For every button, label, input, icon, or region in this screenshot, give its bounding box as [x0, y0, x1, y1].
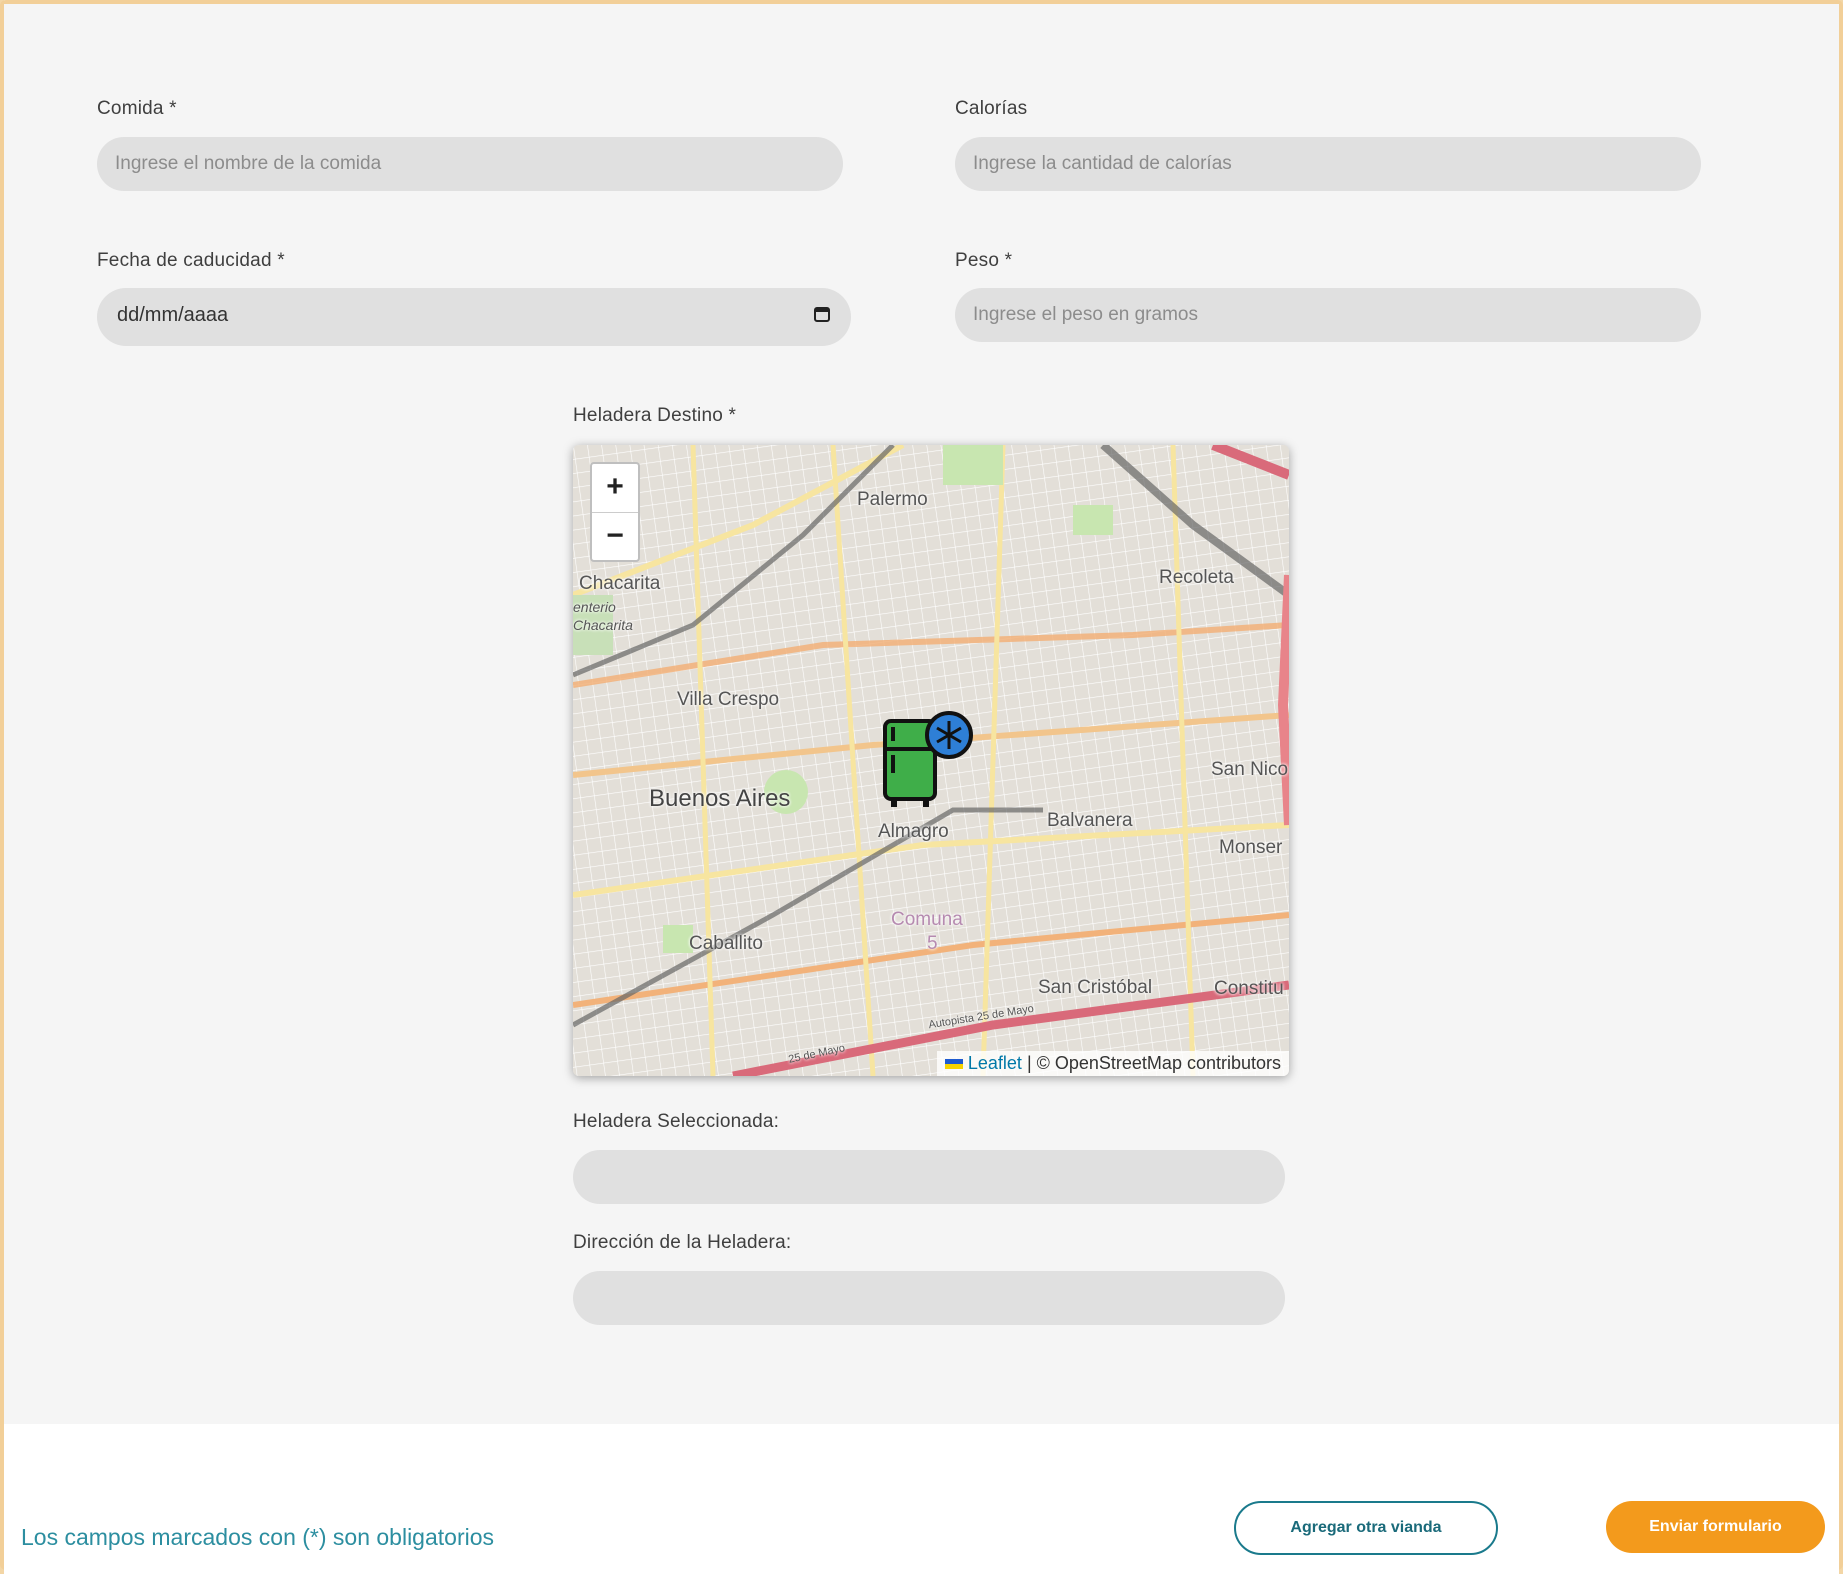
calorias-input[interactable] [955, 137, 1701, 191]
place-palermo: Palermo [857, 489, 928, 510]
place-comuna: Comuna [891, 909, 963, 930]
comida-input[interactable] [97, 137, 843, 191]
place-caballito: Caballito [689, 933, 763, 954]
place-villa-crespo: Villa Crespo [677, 689, 780, 710]
osm-attribution-text: | © OpenStreetMap contributors [1021, 1053, 1281, 1073]
place-san-nicolas: San Nico [1211, 759, 1289, 780]
place-chacarita-cementerio: Chacarita [573, 617, 633, 633]
peso-input[interactable] [955, 288, 1701, 342]
fecha-label: Fecha de caducidad * [97, 250, 285, 271]
place-chacarita: Chacarita [579, 573, 661, 594]
required-fields-note: Los campos marcados con (*) son obligato… [21, 1524, 495, 1550]
heladera-seleccionada-input[interactable] [573, 1150, 1285, 1204]
calorias-label: Calorías [955, 98, 1028, 119]
place-cementerio: enterio [573, 599, 616, 615]
heladera-destino-label: Heladera Destino * [573, 405, 737, 426]
fecha-date-input[interactable]: dd/mm/aaaa [97, 288, 851, 346]
place-recoleta: Recoleta [1159, 567, 1234, 588]
heladera-seleccionada-label: Heladera Seleccionada: [573, 1111, 780, 1132]
zoom-control: + − [590, 462, 640, 562]
add-vianda-button[interactable]: Agregar otra vianda [1234, 1501, 1498, 1555]
app-frame: Comida * Calorías Fecha de caducidad * d… [0, 0, 1843, 1574]
submit-form-button[interactable]: Enviar formulario [1606, 1501, 1825, 1553]
place-monserrat: Monser [1219, 837, 1283, 858]
leaflet-link[interactable]: Leaflet [968, 1053, 1022, 1073]
map-attribution: Leaflet | © OpenStreetMap contributors [936, 1051, 1289, 1076]
place-constitucion: Constitu [1214, 978, 1284, 999]
ukraine-flag-icon [944, 1059, 963, 1070]
place-san-cristobal: San Cristóbal [1038, 977, 1153, 998]
place-comuna-number: 5 [927, 933, 938, 954]
fecha-value: dd/mm/aaaa [117, 304, 229, 326]
form-area: Comida * Calorías Fecha de caducidad * d… [4, 4, 1839, 1424]
map-widget[interactable]: + − Palermo Chacarita enterio Chacarita … [573, 445, 1289, 1076]
place-buenos-aires: Buenos Aires [649, 785, 791, 812]
comida-label: Comida * [97, 98, 177, 119]
fridge-snowflake-icon[interactable] [883, 711, 977, 811]
zoom-out-button[interactable]: − [592, 513, 638, 561]
direccion-label: Dirección de la Heladera: [573, 1232, 792, 1253]
peso-label: Peso * [955, 250, 1013, 271]
direccion-input[interactable] [573, 1271, 1285, 1325]
form-footer [4, 1424, 1839, 1574]
zoom-in-button[interactable]: + [592, 464, 638, 513]
calendar-icon[interactable] [813, 305, 831, 323]
place-balvanera: Balvanera [1047, 810, 1133, 831]
place-almagro: Almagro [878, 821, 949, 842]
